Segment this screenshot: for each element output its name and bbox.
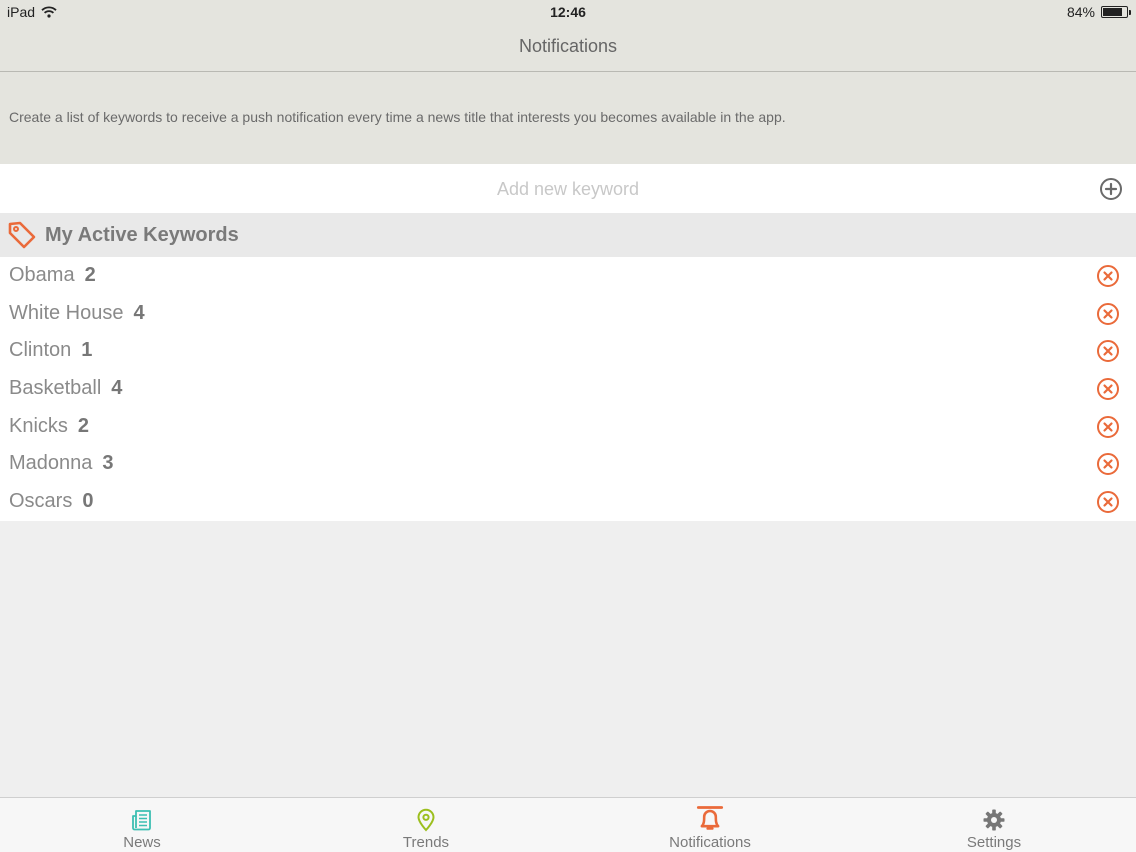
tab-label: Notifications: [669, 834, 751, 851]
keyword-name: White House: [9, 301, 124, 324]
tab-label: News: [123, 834, 161, 851]
battery-fill: [1103, 8, 1123, 16]
remove-keyword-button[interactable]: [1096, 490, 1120, 514]
close-circle-icon: [1097, 491, 1119, 514]
tag-icon: [8, 221, 36, 249]
map-pin-icon: [417, 808, 435, 832]
tab-trends[interactable]: Trends: [284, 798, 568, 852]
status-time: 12:46: [550, 4, 586, 20]
page-description: Create a list of keywords to receive a p…: [9, 109, 786, 125]
keyword-row[interactable]: Obama 2: [0, 257, 1136, 295]
keyword-count: 0: [82, 490, 94, 513]
battery-percent: 84%: [1066, 4, 1095, 20]
keyword-text: Basketball 4: [9, 377, 122, 400]
close-circle-icon: [1097, 340, 1119, 363]
nav-divider: [0, 71, 1136, 72]
keyword-text: Obama 2: [9, 264, 96, 287]
tab-news[interactable]: News: [0, 798, 284, 852]
keyword-count: 2: [84, 264, 96, 286]
keyword-text: Clinton 1: [9, 339, 92, 362]
keyword-row[interactable]: Basketball 4: [0, 370, 1136, 408]
keyword-name: Obama: [9, 264, 75, 286]
tab-label: Settings: [966, 834, 1022, 851]
keyword-count: 4: [111, 377, 123, 400]
plus-circle-icon: [1100, 178, 1122, 200]
bell-icon: [696, 806, 724, 830]
tab-label: Trends: [402, 834, 450, 851]
keyword-row[interactable]: Knicks 2: [0, 408, 1136, 446]
close-circle-icon: [1097, 415, 1119, 438]
remove-keyword-button[interactable]: [1096, 264, 1120, 288]
active-keywords-header: My Active Keywords: [0, 213, 1136, 257]
keyword-list: Obama 2 White House 4 Clinton 1 Basketba…: [0, 257, 1136, 521]
close-circle-icon: [1097, 265, 1119, 287]
add-keyword-row: [0, 164, 1136, 213]
keyword-text: Madonna 3: [9, 452, 114, 475]
tab-bar: News Trends Notifications Settings: [0, 797, 1136, 852]
keyword-count: 4: [133, 301, 145, 324]
keyword-name: Basketball: [9, 377, 102, 400]
close-circle-icon: [1097, 378, 1119, 401]
gear-icon: [983, 809, 1005, 831]
keyword-text: Oscars 0: [9, 490, 93, 513]
section-title: My Active Keywords: [45, 224, 239, 246]
keyword-row[interactable]: Clinton 1: [0, 332, 1136, 370]
status-right: 84%: [1066, 4, 1131, 20]
keyword-text: Knicks 2: [9, 415, 89, 438]
remove-keyword-button[interactable]: [1096, 452, 1120, 476]
keyword-count: 1: [81, 339, 93, 362]
close-circle-icon: [1097, 302, 1119, 325]
tab-settings[interactable]: Settings: [852, 798, 1136, 852]
keyword-name: Clinton: [9, 339, 72, 362]
keyword-row[interactable]: Oscars 0: [0, 483, 1136, 521]
page-title: Notifications: [518, 36, 618, 56]
keyword-name: Knicks: [9, 414, 68, 437]
keyword-row[interactable]: White House 4: [0, 295, 1136, 333]
remove-keyword-button[interactable]: [1096, 415, 1120, 439]
keyword-count: 2: [77, 414, 90, 437]
add-keyword-button[interactable]: [1099, 177, 1123, 201]
tab-notifications[interactable]: Notifications: [568, 798, 852, 852]
keyword-name: Oscars: [9, 490, 73, 513]
battery-icon: [1101, 6, 1131, 18]
keyword-row[interactable]: Madonna 3: [0, 445, 1136, 483]
keyword-name: Madonna: [9, 452, 93, 475]
newspaper-icon: [132, 810, 151, 831]
remove-keyword-button[interactable]: [1096, 339, 1120, 363]
keyword-count: 3: [102, 452, 114, 475]
remove-keyword-button[interactable]: [1096, 377, 1120, 401]
keyword-text: White House 4: [9, 302, 145, 325]
remove-keyword-button[interactable]: [1096, 302, 1120, 326]
status-bar: iPad 12:46 84%: [0, 0, 1136, 24]
top-header: iPad 12:46 84% Notifications Create a li…: [0, 0, 1136, 164]
close-circle-icon: [1097, 453, 1119, 476]
add-keyword-input[interactable]: [150, 174, 986, 204]
